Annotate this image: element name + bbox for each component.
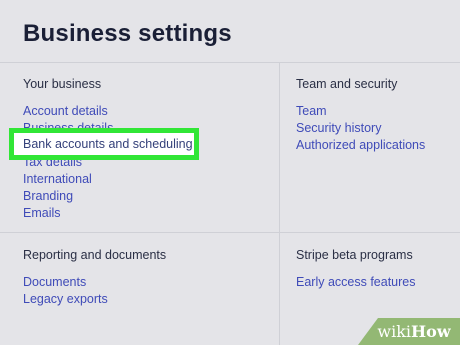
team-link[interactable]: Team [296,103,425,120]
column-divider-bottom [279,232,280,345]
your-business-heading: Your business [23,77,102,91]
bank-accounts-highlight[interactable]: Bank accounts and scheduling [9,128,199,160]
beta-heading: Stripe beta programs [296,248,413,262]
top-divider [0,62,460,63]
reporting-section: Reporting and documents Documents Legacy… [23,247,166,308]
branding-link[interactable]: Branding [23,188,113,205]
team-security-section: Team and security Team Security history … [296,76,425,154]
watermark-how: How [411,322,451,341]
emails-link[interactable]: Emails [23,205,113,222]
bank-accounts-link[interactable]: Bank accounts and scheduling [23,136,193,153]
wikihow-watermark: wikiHow [358,318,460,345]
international-link[interactable]: International [23,171,113,188]
documents-link[interactable]: Documents [23,274,166,291]
early-access-link[interactable]: Early access features [296,274,416,291]
security-history-link[interactable]: Security history [296,120,425,137]
page-title: Business settings [23,20,232,47]
middle-divider [0,232,460,233]
account-details-link[interactable]: Account details [23,103,113,120]
reporting-heading: Reporting and documents [23,248,167,262]
authorized-applications-link[interactable]: Authorized applications [296,137,425,154]
column-divider-top [279,62,280,232]
beta-section: Stripe beta programs Early access featur… [296,247,416,291]
watermark-wiki: wiki [377,322,412,341]
legacy-exports-link[interactable]: Legacy exports [23,291,166,308]
team-security-heading: Team and security [296,77,398,91]
